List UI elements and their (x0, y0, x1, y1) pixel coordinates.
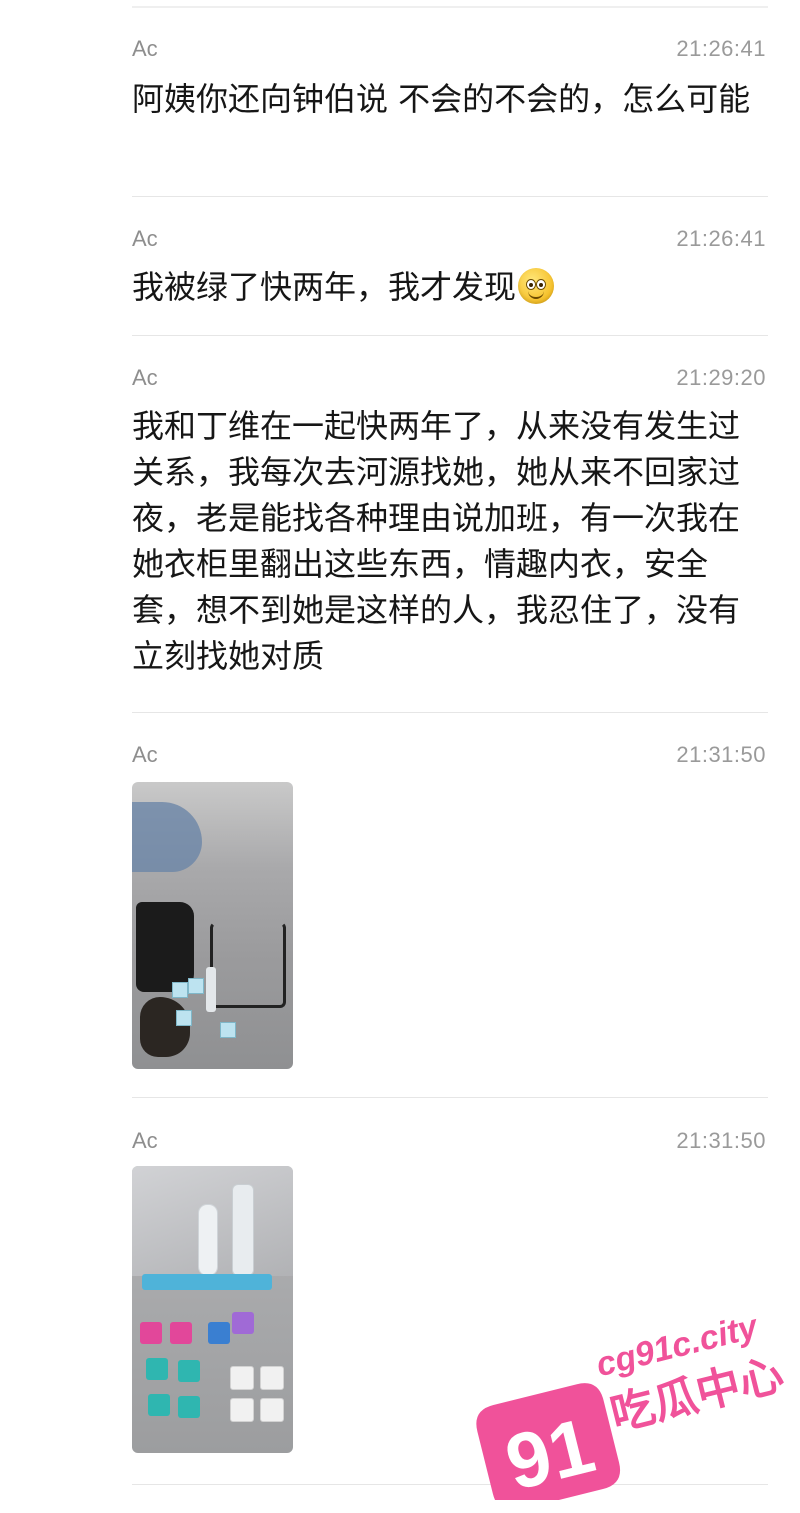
message-time: 21:29:20 (676, 365, 766, 390)
message-time: 21:26:41 (676, 36, 766, 61)
message-text: 我和丁维在一起快两年了，从来没有发生过关系，我每次去河源找她，她从来不回家过夜，… (132, 407, 741, 675)
top-divider (132, 6, 768, 8)
watermark-badge (476, 1383, 621, 1500)
message-image[interactable] (132, 1166, 293, 1453)
message-image[interactable] (132, 782, 293, 1069)
sender-name: Ac (132, 226, 158, 251)
sender-name: Ac (132, 1128, 158, 1153)
message-divider (132, 1097, 768, 1098)
sender-name: Ac (132, 365, 158, 390)
message-text-wrap: 我被绿了快两年，我才发现 (132, 264, 762, 310)
sender-name: Ac (132, 36, 158, 61)
message-divider (132, 335, 768, 336)
message-divider (132, 1484, 768, 1485)
watermark-label: 吃瓜中心 (605, 1349, 786, 1441)
message-time: 21:31:50 (676, 742, 766, 767)
smiling-face-icon (518, 268, 555, 304)
message-text: 我被绿了快两年，我才发现 (132, 268, 517, 306)
message-time: 21:26:41 (676, 226, 766, 251)
watermark-domain: cg91c.city (592, 1307, 763, 1384)
watermark-number: 91 (497, 1401, 602, 1500)
message-divider (132, 712, 768, 713)
message-divider (132, 196, 768, 197)
sender-name: Ac (132, 742, 158, 767)
message-text: 阿姨你还向钟伯说 不会的不会的，怎么可能 (132, 80, 751, 118)
watermark-logo: 91 cg91c.city 吃瓜中心 (476, 1307, 786, 1500)
message-time: 21:31:50 (676, 1128, 766, 1153)
